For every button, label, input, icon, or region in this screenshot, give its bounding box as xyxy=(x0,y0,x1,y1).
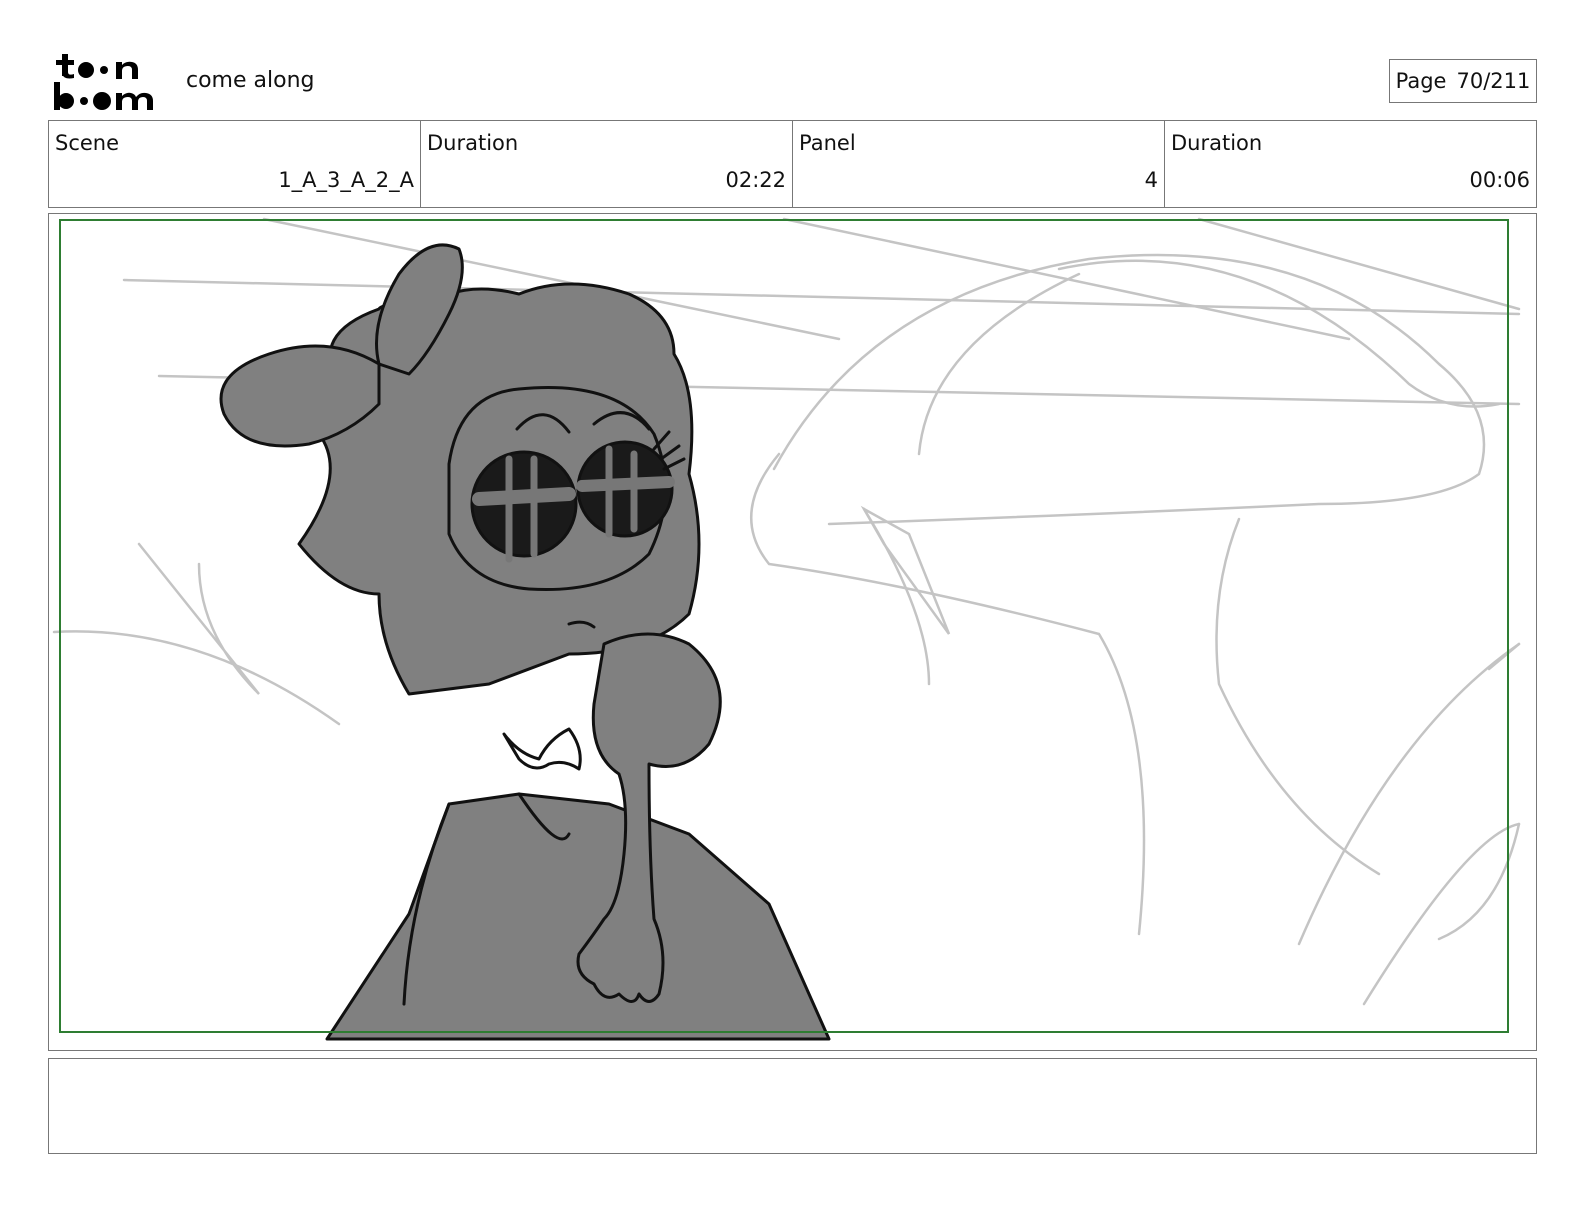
panel-value: 4 xyxy=(1144,168,1158,192)
scene-duration-cell: Duration 02:22 xyxy=(421,121,793,207)
panel-duration-label: Duration xyxy=(1171,131,1263,155)
panel-duration-value: 00:06 xyxy=(1469,168,1530,192)
panel-cell: Panel 4 xyxy=(793,121,1165,207)
panel-label: Panel xyxy=(799,131,856,155)
scene-value: 1_A_3_A_2_A xyxy=(278,168,414,192)
page-indicator: Page 70/211 xyxy=(1389,59,1537,103)
scene-cell: Scene 1_A_3_A_2_A xyxy=(49,121,421,207)
toon-boom-logo xyxy=(54,54,153,110)
page-number: 70/211 xyxy=(1456,69,1531,93)
panel-info-table: Scene 1_A_3_A_2_A Duration 02:22 Panel 4… xyxy=(48,120,1537,208)
safe-area-frame xyxy=(59,219,1509,1033)
panel-notes-box xyxy=(48,1058,1537,1154)
scene-label: Scene xyxy=(55,131,120,155)
scene-duration-value: 02:22 xyxy=(725,168,786,192)
document-title: come along xyxy=(186,68,315,93)
character-drawing xyxy=(219,243,831,1041)
page-label: Page xyxy=(1395,69,1447,93)
panel-drawing xyxy=(52,217,1521,1041)
panel-duration-cell: Duration 00:06 xyxy=(1165,121,1536,207)
background-sketch xyxy=(52,217,1521,1006)
scene-duration-label: Duration xyxy=(427,131,519,155)
storyboard-panel-frame xyxy=(48,213,1537,1051)
